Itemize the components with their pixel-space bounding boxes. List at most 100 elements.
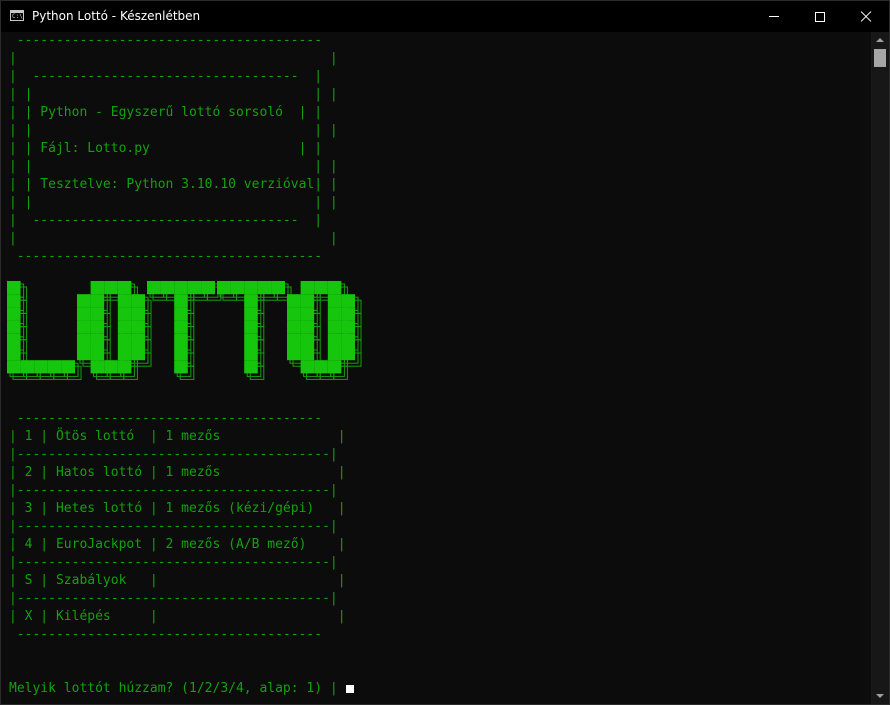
logo-cell — [341, 347, 355, 361]
arrow-up-icon — [876, 38, 884, 42]
logo-cell — [20, 360, 35, 374]
logo-cell — [131, 294, 145, 308]
logo-cell — [314, 281, 328, 295]
logo-cell — [244, 281, 258, 295]
text-cursor — [345, 685, 354, 693]
logo-cell — [61, 360, 75, 374]
console-line: | 2 | Hatos lottó | 1 mezős | — [9, 465, 346, 480]
logo-cell — [7, 360, 21, 374]
logo-cell — [90, 294, 105, 308]
logo-cell — [287, 347, 301, 361]
prompt-text: Melyik lottót húzzam? (1/2/3/4, alap: 1)… — [9, 681, 338, 696]
logo-cell — [327, 347, 342, 361]
logo-cell — [327, 281, 342, 295]
logo-cell — [257, 281, 272, 295]
logo-cell — [7, 307, 21, 321]
logo-cell — [77, 347, 91, 361]
lotto-logo — [7, 281, 362, 380]
logo-cell — [90, 320, 105, 334]
console-line: | | | | — [9, 159, 338, 174]
maximize-icon — [815, 11, 825, 22]
console-output[interactable]: --------------------------------------- … — [1, 32, 871, 704]
console-line: |---------------------------------------… — [9, 483, 338, 498]
logo-cell — [244, 347, 258, 361]
arrow-down-icon — [876, 694, 884, 698]
vertical-scrollbar[interactable] — [871, 32, 889, 704]
logo-cell — [90, 360, 105, 374]
logo-letter — [77, 281, 145, 374]
logo-cell — [341, 333, 355, 347]
logo-cell — [314, 360, 328, 374]
scroll-up-button[interactable] — [871, 32, 889, 48]
logo-cell — [174, 294, 188, 308]
console-line: | ---------------------------------- | — [9, 213, 323, 228]
console-line: | | | | — [9, 123, 338, 138]
logo-cell — [300, 307, 315, 321]
console-line: | S | Szabályok | | — [9, 573, 346, 588]
logo-cell — [174, 281, 188, 295]
console-line: | | Fájl: Lotto.py | | — [9, 141, 323, 156]
logo-cell — [327, 294, 342, 308]
logo-cell — [147, 281, 161, 295]
logo-cell — [300, 360, 315, 374]
logo-cell — [90, 333, 105, 347]
logo-cell — [230, 281, 245, 295]
logo-cell — [244, 360, 258, 374]
minimize-icon — [769, 16, 779, 17]
logo-cell — [244, 307, 258, 321]
logo-cell — [327, 333, 342, 347]
logo-cell — [7, 333, 21, 347]
logo-cell — [300, 281, 315, 295]
logo-cell — [201, 281, 215, 295]
logo-cell — [90, 347, 105, 361]
logo-cell — [287, 307, 301, 321]
logo-cell — [117, 281, 132, 295]
title-bar[interactable]: C:\ Python Lottó - Készenlétben — [1, 1, 889, 32]
logo-cell — [131, 307, 145, 321]
logo-cell — [104, 281, 118, 295]
scroll-thumb[interactable] — [874, 49, 886, 67]
logo-cell — [300, 347, 315, 361]
logo-cell — [174, 360, 188, 374]
logo-cell — [131, 320, 145, 334]
close-button[interactable] — [843, 1, 889, 32]
input-prompt[interactable]: Melyik lottót húzzam? (1/2/3/4, alap: 1)… — [9, 680, 354, 698]
logo-letter — [7, 281, 75, 374]
logo-cell — [77, 307, 91, 321]
logo-cell — [174, 333, 188, 347]
window-title: Python Lottó - Készenlétben — [32, 9, 201, 23]
console-line: |---------------------------------------… — [9, 447, 338, 462]
logo-cell — [131, 347, 145, 361]
logo-cell — [34, 360, 48, 374]
console-line: | | | | — [9, 87, 338, 102]
console-app-icon[interactable]: C:\ — [10, 10, 24, 21]
logo-cell — [244, 333, 258, 347]
scroll-down-button[interactable] — [871, 688, 889, 704]
console-line: |---------------------------------------… — [9, 555, 338, 570]
console-line: | 4 | EuroJackpot | 2 mezős (A/B mező) | — [9, 537, 346, 552]
logo-cell — [327, 320, 342, 334]
logo-cell — [104, 360, 118, 374]
console-line: --------------------------------------- — [16, 411, 323, 426]
minimize-button[interactable] — [751, 1, 797, 32]
maximize-button[interactable] — [797, 1, 843, 32]
console-window: C:\ Python Lottó - Készenlétben --------… — [0, 0, 890, 705]
logo-cell — [271, 281, 285, 295]
logo-cell — [174, 320, 188, 334]
logo-cell — [327, 307, 342, 321]
logo-cell — [90, 307, 105, 321]
logo-cell — [287, 294, 301, 308]
console-line: | | Tesztelve: Python 3.10.10 verzióval|… — [9, 177, 338, 192]
logo-cell — [341, 307, 355, 321]
logo-cell — [300, 294, 315, 308]
console-line: | 1 | Ötös lottó | 1 mezős | — [9, 429, 346, 444]
logo-cell — [174, 347, 188, 361]
console-line: |---------------------------------------… — [9, 591, 338, 606]
logo-letter — [287, 281, 355, 374]
logo-cell — [117, 320, 132, 334]
logo-cell — [7, 347, 21, 361]
logo-cell — [160, 281, 175, 295]
logo-cell — [131, 333, 145, 347]
logo-cell — [341, 320, 355, 334]
logo-cell — [244, 294, 258, 308]
